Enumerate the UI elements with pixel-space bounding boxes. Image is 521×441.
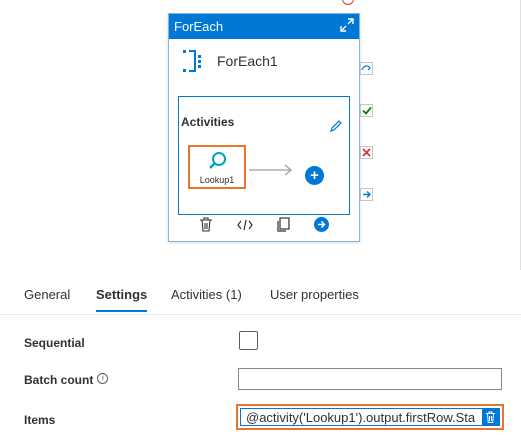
items-value: @activity('Lookup1').output.firstRow.Sta [246,410,476,425]
batch-count-label-row: Batch count i [24,373,109,387]
batch-count-input[interactable] [238,368,502,390]
pipeline-canvas[interactable]: ForEach ForEach1 Activities Lookup1 + [0,0,521,270]
activity-name: ForEach1 [217,53,278,69]
sequential-checkbox[interactable] [239,331,258,350]
items-label: Items [24,413,56,427]
connection-ring-icon [342,0,354,5]
activities-container[interactable]: Activities Lookup1 + [178,96,350,215]
copy-icon[interactable] [276,217,290,237]
search-icon [207,150,229,177]
tab-settings[interactable]: Settings [96,287,148,312]
success-icon[interactable] [360,104,373,117]
node-header: ForEach [169,14,359,39]
completion-icon[interactable] [360,188,373,201]
properties-tabs: General Settings Activities (1) User pro… [0,270,521,315]
foreach-activity-node[interactable]: ForEach ForEach1 Activities Lookup1 + [168,13,360,242]
code-icon[interactable] [236,218,253,236]
lookup-activity[interactable]: Lookup1 [188,145,246,189]
arrow-icon [249,163,295,182]
node-toolbar [169,213,359,241]
failure-icon[interactable] [360,146,373,159]
node-header-title: ForEach [174,19,224,34]
expand-icon[interactable] [340,18,354,35]
add-icon[interactable]: + [305,166,324,185]
edit-icon[interactable] [329,119,343,138]
skipped-icon[interactable] [360,62,373,75]
info-icon[interactable]: i [97,373,109,384]
tab-activities[interactable]: Activities (1) [171,287,242,310]
node-title-row: ForEach1 [169,39,359,83]
batch-count-label: Batch count [24,373,94,387]
foreach-icon [181,47,205,75]
tab-user-properties[interactable]: User properties [270,287,359,310]
go-icon[interactable] [314,217,330,237]
sequential-label: Sequential [24,336,85,350]
items-field[interactable]: @activity('Lookup1').output.firstRow.Sta [236,404,504,430]
delete-icon[interactable] [482,409,499,425]
tab-general[interactable]: General [24,287,70,310]
items-input[interactable]: @activity('Lookup1').output.firstRow.Sta [240,408,500,426]
activities-label: Activities [181,115,235,129]
delete-icon[interactable] [199,217,213,237]
lookup-activity-label: Lookup1 [199,175,235,185]
